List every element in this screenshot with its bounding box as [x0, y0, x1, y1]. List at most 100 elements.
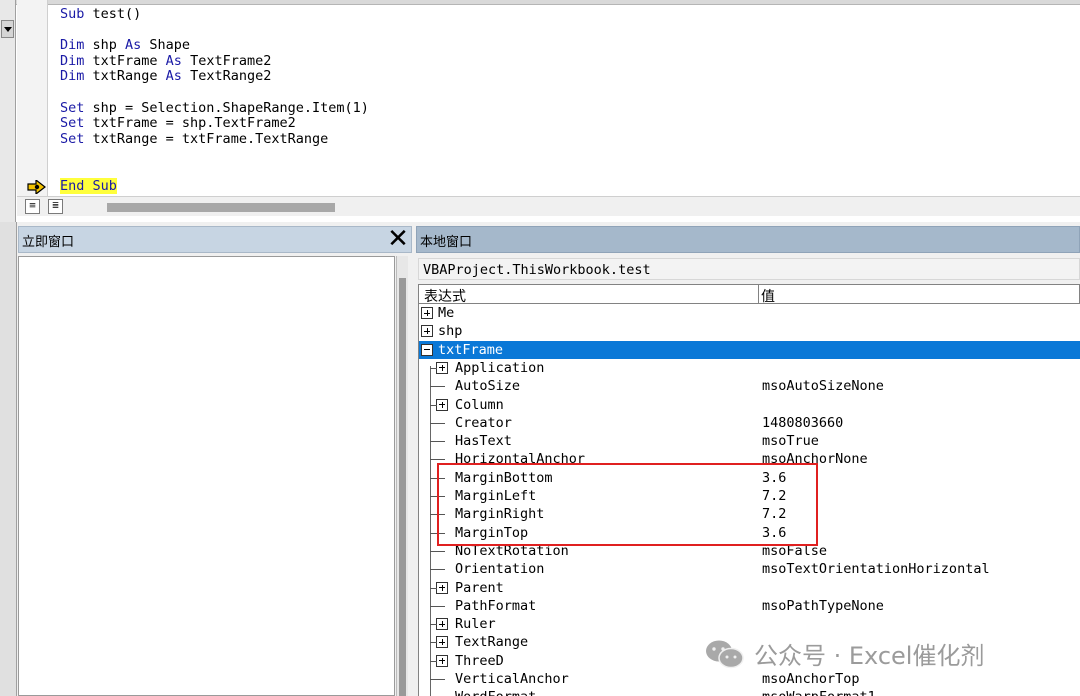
- code-token: TextRange2: [181, 68, 272, 85]
- code-token: txtFrame: [84, 52, 166, 69]
- locals-row[interactable]: AutoSize msoAutoSizeNone: [419, 377, 1080, 395]
- locals-row[interactable]: Application: [419, 359, 1080, 377]
- tree-branch-line: [430, 569, 445, 571]
- code-line[interactable]: Set txtFrame = shp.TextFrame2: [60, 115, 369, 132]
- code-keyword: As: [165, 52, 182, 69]
- locals-value: 1480803660: [762, 414, 844, 431]
- code-line[interactable]: [60, 85, 369, 101]
- immediate-window-input[interactable]: [18, 256, 395, 696]
- locals-window-title: 本地窗口: [420, 235, 473, 250]
- column-divider[interactable]: [758, 285, 759, 303]
- code-keyword: Dim: [60, 37, 85, 54]
- code-keyword: Dim: [60, 68, 85, 85]
- locals-row[interactable]: Orientation msoTextOrientationHorizontal: [419, 560, 1080, 578]
- expand-icon[interactable]: [421, 307, 433, 319]
- tree-branch-line: [430, 624, 437, 626]
- locals-expression: TextRange: [455, 634, 529, 651]
- code-text[interactable]: Sub test() Dim shp As Shape Dim txtFrame A…: [60, 6, 369, 195]
- code-line[interactable]: End Sub: [60, 177, 369, 195]
- locals-row[interactable]: shp: [419, 322, 1080, 340]
- code-keyword: As: [165, 68, 182, 85]
- locals-expression: txtFrame: [438, 341, 504, 358]
- code-line[interactable]: Dim txtFrame As TextFrame2: [60, 52, 369, 70]
- locals-row[interactable]: Column: [419, 396, 1080, 414]
- immediate-window-title-bar[interactable]: 立即窗口: [18, 226, 412, 253]
- locals-row[interactable]: Creator 1480803660: [419, 414, 1080, 432]
- collapse-icon[interactable]: [421, 343, 433, 356]
- expand-icon[interactable]: [436, 398, 448, 411]
- immediate-window-scrollbar[interactable]: [396, 256, 408, 696]
- code-keyword: As: [125, 37, 142, 54]
- locals-column-header: 表达式 值: [418, 284, 1080, 306]
- locals-row[interactable]: Parent: [419, 579, 1080, 597]
- editor-top-border: [0, 0, 1080, 5]
- code-token: TextFrame2: [181, 52, 272, 69]
- tree-branch-line: [430, 459, 445, 461]
- locals-context-label: VBAProject.ThisWorkbook.test: [423, 262, 651, 278]
- dropdown-arrow-icon[interactable]: [1, 20, 14, 38]
- locals-expression: HasText: [455, 433, 512, 450]
- locals-expression: ThreeD: [455, 652, 504, 669]
- code-line[interactable]: [60, 163, 369, 179]
- locals-row[interactable]: Ruler: [419, 615, 1080, 633]
- code-token: txtRange = txtFrame.TextRange: [84, 130, 329, 147]
- locals-row[interactable]: VerticalAnchor msoAnchorTop: [419, 670, 1080, 688]
- tree-branch-line: [430, 642, 437, 644]
- locals-expression: shp: [438, 323, 463, 340]
- locals-window-title-bar[interactable]: 本地窗口: [416, 226, 1080, 253]
- full-module-view-button[interactable]: ≣: [48, 199, 63, 214]
- wechat-icon: [706, 640, 744, 668]
- code-line[interactable]: Set txtRange = txtFrame.TextRange: [60, 130, 369, 148]
- expand-icon[interactable]: [436, 618, 448, 631]
- locals-row[interactable]: HasText msoTrue: [419, 432, 1080, 450]
- expand-icon[interactable]: [421, 325, 433, 338]
- tree-branch-line: [430, 404, 437, 406]
- code-line[interactable]: Dim txtRange As TextRange2: [60, 69, 369, 85]
- code-keyword: End Sub: [60, 177, 117, 194]
- locals-expression: Me: [438, 305, 455, 321]
- expand-icon[interactable]: [436, 636, 448, 649]
- immediate-window-title: 立即窗口: [22, 235, 75, 250]
- code-keyword: Dim: [60, 52, 85, 69]
- locals-context-bar[interactable]: VBAProject.ThisWorkbook.test: [418, 258, 1080, 280]
- locals-expression: Parent: [455, 579, 504, 596]
- locals-row[interactable]: WordFormat msoWarpFormat1: [419, 688, 1080, 696]
- expand-icon[interactable]: [436, 654, 448, 667]
- column-header-value[interactable]: 值: [761, 286, 775, 306]
- code-token: test(): [84, 6, 142, 22]
- code-token: txtFrame = shp.TextFrame2: [84, 115, 296, 132]
- editor-bottom-bar: ≡ ≣: [17, 196, 1080, 216]
- code-line[interactable]: Set shp = Selection.ShapeRange.Item(1): [60, 100, 369, 117]
- locals-expression: Orientation: [455, 561, 545, 578]
- locals-expression: Application: [455, 359, 545, 376]
- code-line[interactable]: [60, 147, 369, 163]
- code-editor[interactable]: Sub test() Dim shp As Shape Dim txtFrame A…: [0, 0, 1080, 222]
- tree-branch-line: [430, 441, 445, 443]
- close-icon[interactable]: ✕: [386, 226, 410, 252]
- procedure-view-button[interactable]: ≡: [25, 199, 40, 214]
- tree-branch-line: [430, 422, 445, 424]
- watermark-text: 公众号 · Excel催化剂: [754, 642, 985, 670]
- tree-branch-line: [430, 386, 445, 388]
- code-line[interactable]: Sub test(): [60, 6, 369, 23]
- locals-row[interactable]: PathFormat msoPathTypeNone: [419, 597, 1080, 615]
- code-keyword: Set: [60, 130, 85, 147]
- editor-margin-indicator-bar[interactable]: [17, 0, 48, 196]
- tree-branch-line: [430, 605, 445, 607]
- column-header-expression[interactable]: 表达式: [424, 286, 466, 306]
- locals-expression: Column: [455, 396, 504, 413]
- expand-icon[interactable]: [436, 361, 448, 374]
- expand-icon[interactable]: [436, 581, 448, 594]
- locals-row[interactable]: Me: [419, 304, 1080, 322]
- locals-row[interactable]: txtFrame: [419, 340, 1080, 359]
- tree-branch-line: [430, 679, 445, 680]
- annotation-highlight-box: [437, 463, 818, 546]
- tree-branch-line: [430, 367, 437, 369]
- locals-expression: VerticalAnchor: [455, 671, 569, 687]
- tree-branch-line: [430, 660, 437, 662]
- execution-point-arrow-icon: [27, 180, 46, 194]
- code-line[interactable]: Dim shp As Shape: [60, 37, 369, 54]
- code-line[interactable]: [60, 23, 369, 39]
- horizontal-scrollbar-thumb[interactable]: [107, 203, 335, 212]
- tree-branch-line: [430, 587, 437, 589]
